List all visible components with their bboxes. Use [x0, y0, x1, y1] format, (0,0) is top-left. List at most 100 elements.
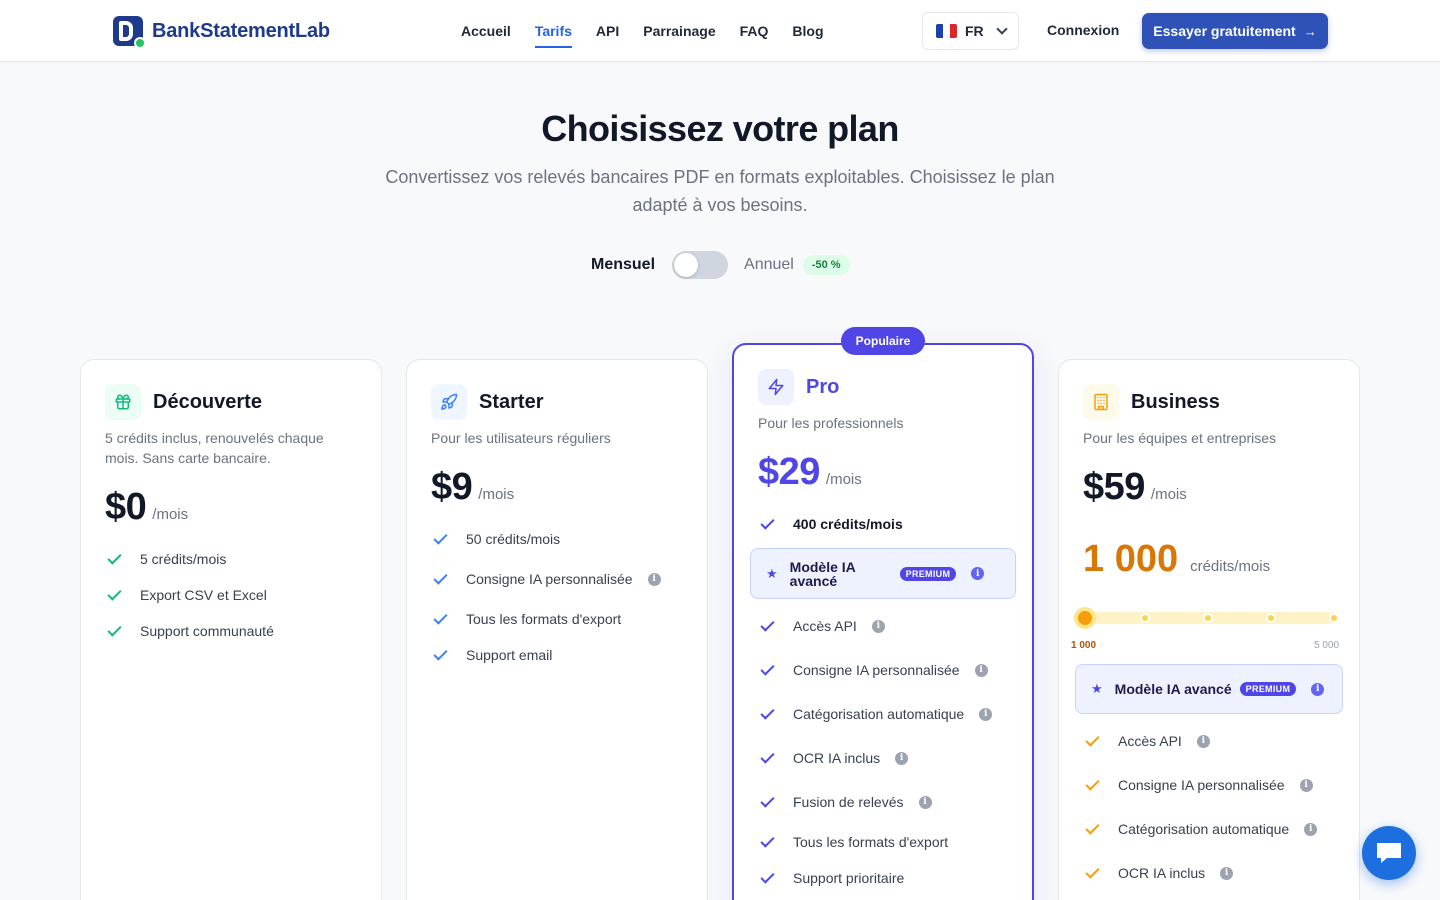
popular-badge: Populaire [841, 327, 925, 355]
page-title: Choisissez votre plan [541, 108, 899, 149]
check-icon [433, 569, 448, 585]
feature-label: Consigne IA personnalisée [466, 571, 633, 587]
building-icon [1083, 384, 1119, 420]
credits-slider[interactable] [1074, 607, 1342, 629]
check-icon [760, 704, 775, 720]
credits-value: 1 000 [1083, 538, 1179, 580]
check-icon [760, 868, 775, 884]
info-icon[interactable]: i [1304, 822, 1318, 836]
gift-icon [105, 384, 141, 420]
feature-label: Accès API [793, 618, 857, 634]
plan-header-business: Business [1083, 384, 1220, 420]
nav-api[interactable]: API [596, 0, 619, 62]
brand-logo[interactable]: BankStatementLab [113, 16, 330, 49]
billing-toggle[interactable] [672, 251, 729, 279]
check-icon [760, 616, 775, 632]
slider-step[interactable] [1266, 613, 1276, 623]
info-icon[interactable]: i [895, 751, 909, 765]
slider-max-label: 5 000 [1314, 640, 1340, 651]
billing-annual-label[interactable]: Annuel [744, 256, 794, 274]
billing-period-switch: Mensuel Annuel -50 % [591, 250, 850, 280]
plan-header-pro: Pro [758, 369, 839, 405]
logo-mark-icon [113, 16, 146, 49]
login-link[interactable]: Connexion [1047, 22, 1119, 38]
french-flag-icon [936, 24, 957, 38]
try-free-button[interactable]: Essayer gratuitement → [1142, 13, 1328, 49]
billing-monthly-label[interactable]: Mensuel [591, 256, 655, 274]
feature-item: Consigne IA personnalisée i [1083, 775, 1313, 793]
plan-description: Pour les utilisateurs réguliers [431, 430, 611, 446]
info-icon[interactable]: i [871, 619, 885, 633]
check-icon [433, 609, 448, 625]
feature-item: 5 crédits/mois [105, 549, 226, 567]
info-icon[interactable]: i [1196, 734, 1210, 748]
feature-label: Accès API [1118, 733, 1182, 749]
info-icon[interactable]: i [971, 567, 985, 580]
premium-ai-label: Modèle IA avancé [789, 558, 856, 589]
chat-bubble-icon [1377, 843, 1401, 863]
language-selector[interactable]: FR [922, 12, 1019, 50]
check-icon [1085, 775, 1100, 791]
plan-name: Business [1131, 390, 1220, 413]
feature-item: Catégorisation automatique i [1083, 819, 1318, 837]
price-amount: $29 [758, 451, 820, 493]
plan-header-starter: Starter [431, 384, 543, 420]
check-icon [107, 585, 122, 601]
info-icon[interactable]: i [1311, 682, 1325, 696]
nav-accueil[interactable]: Accueil [461, 0, 511, 62]
try-free-label: Essayer gratuitement [1153, 23, 1296, 39]
premium-ai-label: Modèle IA avancé [1114, 681, 1232, 697]
star-icon: ★ [766, 565, 778, 581]
top-navbar: BankStatementLab Accueil Tarifs API Parr… [0, 0, 1440, 62]
info-icon[interactable]: i [974, 663, 988, 677]
page-subtitle: Convertissez vos relevés bancaires PDF e… [385, 167, 1055, 215]
price-period: /mois [152, 506, 189, 523]
premium-tag: PREMIUM [1239, 682, 1297, 696]
slider-step[interactable] [1203, 613, 1213, 623]
main-nav: Accueil Tarifs API Parrainage FAQ Blog [461, 0, 848, 62]
info-icon[interactable]: i [1220, 866, 1234, 880]
feature-label: 50 crédits/mois [466, 531, 561, 547]
brand-name: BankStatementLab [152, 19, 330, 42]
chat-widget-button[interactable] [1362, 826, 1416, 880]
plan-price: $9 /mois [431, 466, 514, 509]
feature-item: Export CSV et Excel [105, 585, 267, 603]
info-icon[interactable]: i [647, 572, 661, 586]
check-icon [433, 529, 448, 545]
arrow-right-icon: → [1303, 23, 1317, 39]
credits-amount: 1 000 crédits/mois [1083, 538, 1270, 581]
nav-faq[interactable]: FAQ [740, 0, 769, 62]
feature-label: 400 crédits/mois [793, 516, 903, 532]
feature-item: Consigne IA personnalisée i [758, 660, 988, 678]
check-icon [1085, 819, 1100, 835]
info-icon[interactable]: i [979, 707, 993, 721]
plan-price: $29 /mois [758, 451, 862, 494]
feature-label: Support prioritaire [793, 870, 905, 886]
slider-step[interactable] [1140, 613, 1150, 623]
credits-unit: crédits/mois [1190, 558, 1271, 575]
nav-parrainage[interactable]: Parrainage [643, 0, 715, 62]
check-icon [433, 645, 448, 661]
slider-step[interactable] [1329, 613, 1339, 623]
nav-blog[interactable]: Blog [792, 0, 823, 62]
feature-item: Fusion de relevés i [758, 792, 932, 810]
nav-tarifs[interactable]: Tarifs [534, 0, 573, 62]
price-amount: $59 [1083, 466, 1145, 508]
feature-item: OCR IA inclus i [1083, 863, 1234, 881]
feature-item: Support prioritaire [758, 868, 905, 886]
plan-description: 5 crédits inclus, renouvelés chaque mois… [105, 430, 324, 466]
plan-name: Découverte [153, 390, 262, 413]
plan-name: Pro [806, 375, 840, 398]
info-icon[interactable]: i [1299, 778, 1313, 792]
feature-label: Support communauté [140, 623, 274, 639]
feature-item: Accès API i [758, 616, 885, 634]
info-icon[interactable]: i [918, 795, 932, 809]
language-code: FR [965, 23, 984, 39]
premium-ai-model-box: ★ Modèle IA avancé PREMIUM i [750, 548, 1016, 599]
feature-item: Accès API i [1083, 731, 1210, 749]
plan-name: Starter [479, 390, 544, 413]
feature-label: Consigne IA personnalisée [793, 662, 960, 678]
slider-thumb[interactable] [1074, 607, 1096, 629]
check-icon [760, 832, 775, 848]
toggle-knob [674, 253, 699, 277]
